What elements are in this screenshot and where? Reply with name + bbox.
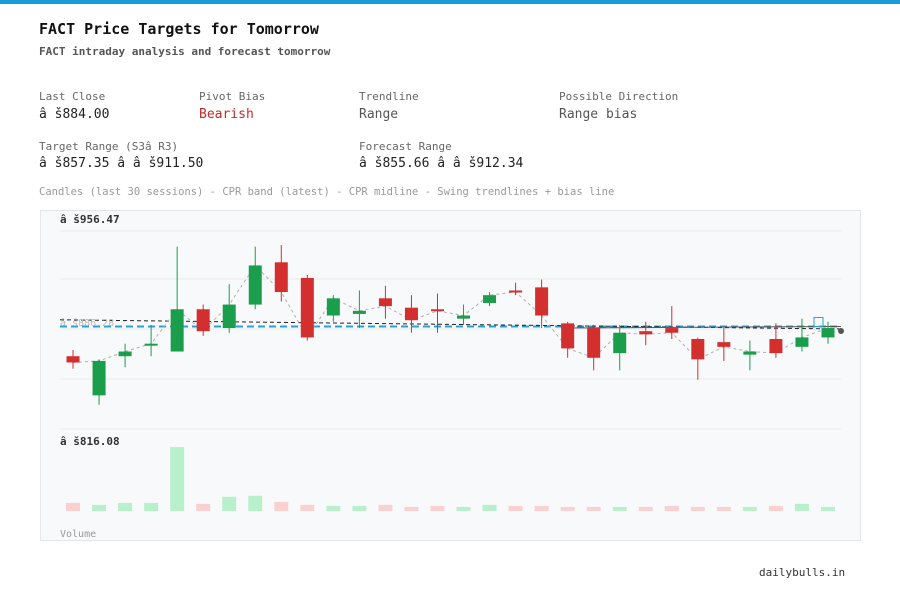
volume-bar-6 [222, 496, 237, 511]
volume-bar-27 [768, 505, 783, 511]
candle-body-24 [691, 339, 705, 360]
site-footer: dailybulls.in [759, 566, 846, 579]
possible-direction-label: Possible Direction [559, 90, 679, 103]
price-mid-label: â š886.28 [60, 317, 114, 329]
candle-body-10 [326, 298, 340, 316]
volume-bar-13 [404, 506, 419, 511]
last-close-value: â š884.00 [39, 107, 110, 122]
candle-body-28 [795, 337, 809, 347]
candle-body-2 [118, 351, 132, 357]
candle-body-15 [457, 315, 471, 319]
volume-bar-20 [586, 506, 601, 511]
candle-body-17 [509, 290, 523, 293]
volume-bar-0 [66, 502, 81, 511]
price-max-label: â š956.47 [60, 213, 120, 226]
volume-bar-16 [482, 504, 497, 511]
volume-bar-28 [794, 503, 809, 511]
candle-body-25 [717, 342, 731, 347]
volume-bar-9 [300, 504, 315, 511]
volume-bar-3 [144, 502, 159, 511]
volume-bar-1 [92, 504, 107, 511]
volume-bar-18 [534, 505, 549, 511]
possible-direction-value: Range bias [559, 107, 638, 122]
candlestick-chart-svg: â š956.47 â š886.28 â š816.08 Volume [59, 213, 844, 540]
volume-bar-7 [248, 495, 263, 511]
chart-caption: Candles (last 30 sessions) - CPR band (l… [39, 186, 615, 198]
candle-body-21 [613, 332, 627, 354]
candle-body-6 [222, 304, 236, 329]
volume-label: Volume [60, 529, 96, 540]
volume-bar-21 [612, 506, 627, 511]
candle-body-1 [92, 360, 106, 396]
volume-bar-14 [430, 505, 445, 511]
volume-bar-12 [378, 504, 393, 511]
candle-body-8 [274, 262, 288, 293]
volume-bar-23 [664, 505, 679, 511]
candle-body-14 [430, 309, 444, 312]
volume-bar-11 [352, 505, 367, 511]
candle-body-9 [300, 277, 314, 338]
page-subtitle: FACT intraday analysis and forecast tomo… [39, 45, 331, 58]
target-range-value: â š857.35 â â š911.50 [39, 156, 204, 171]
volume-bar-19 [560, 506, 575, 511]
volume-bar-24 [690, 506, 705, 511]
volume-bars [66, 447, 835, 511]
page-title: FACT Price Targets for Tomorrow [39, 20, 319, 38]
candle-body-13 [404, 307, 418, 321]
trendline-value: Range [359, 107, 399, 122]
candle-body-22 [639, 331, 653, 335]
volume-bar-15 [456, 506, 471, 511]
candle-body-7 [248, 265, 262, 305]
candle-body-27 [769, 339, 783, 354]
forecast-marker-box [813, 316, 824, 327]
volume-bar-5 [196, 503, 211, 511]
candle-body-18 [535, 287, 549, 316]
candle-body-26 [743, 351, 757, 355]
candle-body-23 [665, 328, 679, 333]
candle-body-4 [170, 309, 184, 352]
volume-bar-2 [118, 502, 133, 511]
volume-bar-17 [508, 505, 523, 511]
forecast-range-label: Forecast Range [359, 140, 452, 153]
volume-bar-22 [638, 506, 653, 511]
volume-bar-10 [326, 505, 341, 511]
candle-body-0 [66, 356, 80, 363]
pivot-bias-label: Pivot Bias [199, 90, 266, 103]
last-price-dot [838, 328, 844, 335]
candle-body-16 [483, 295, 497, 303]
candle-body-20 [587, 328, 601, 358]
volume-bar-8 [274, 501, 289, 511]
volume-bar-25 [716, 506, 731, 511]
candles [66, 245, 835, 405]
price-chart: â š956.47 â š886.28 â š816.08 Volume [40, 210, 861, 541]
volume-bar-26 [742, 506, 757, 511]
price-min-label: â š816.08 [60, 435, 120, 448]
candle-body-12 [378, 298, 392, 307]
last-close-label: Last Close [39, 90, 106, 103]
candle-body-19 [561, 323, 575, 349]
candle-body-29 [821, 328, 835, 338]
candle-body-5 [196, 309, 210, 332]
volume-bar-29 [820, 506, 835, 511]
candle-body-3 [144, 343, 158, 346]
candle-body-11 [352, 310, 366, 314]
target-range-label: Target Range (S3â R3) [39, 140, 179, 153]
close-trendline [72, 264, 829, 363]
trendline-label: Trendline [359, 90, 419, 103]
accent-top-bar [0, 0, 900, 4]
forecast-range-value: â š855.66 â â š912.34 [359, 156, 524, 171]
volume-bar-4 [170, 447, 185, 511]
pivot-bias-value: Bearish [199, 107, 254, 122]
